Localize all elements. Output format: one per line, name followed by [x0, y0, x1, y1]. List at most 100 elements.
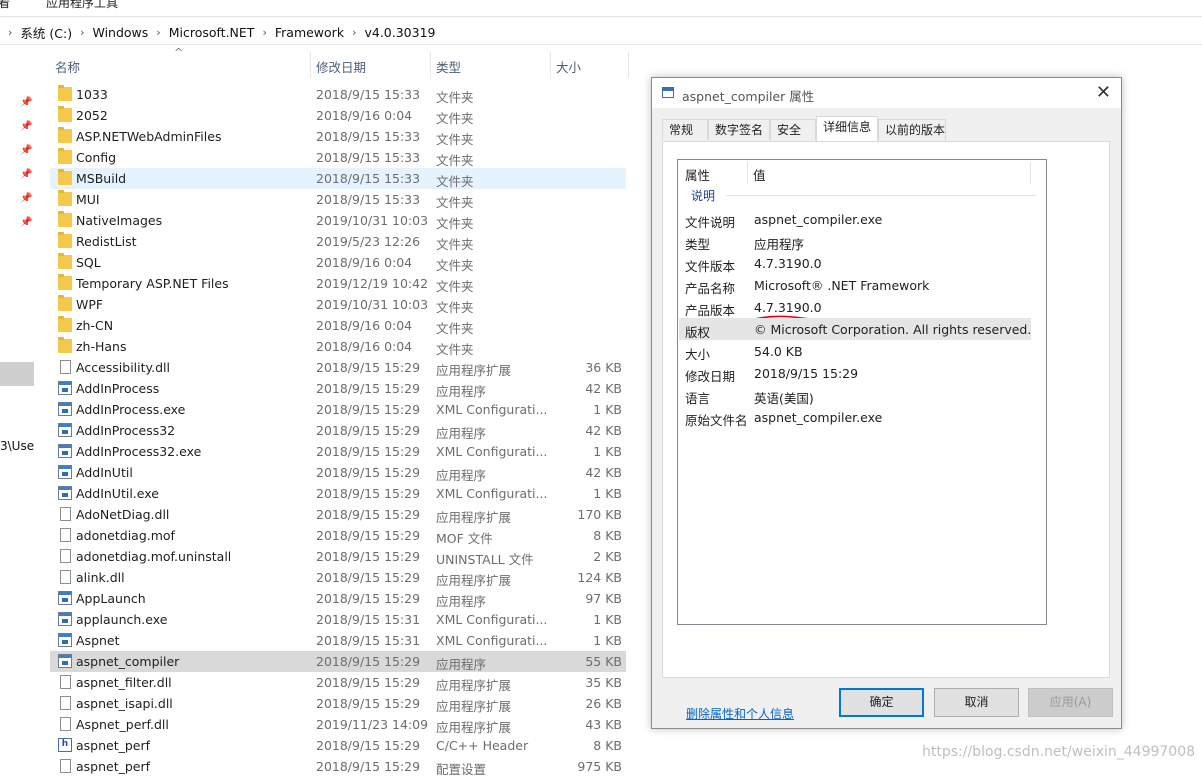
- property-row[interactable]: 产品名称 Microsoft® .NET Framework: [679, 274, 1031, 296]
- file-row[interactable]: zh-Hans 2018/9/16 0:04 文件夹: [50, 336, 626, 357]
- pin-icon[interactable]: 📌: [20, 98, 32, 108]
- file-size: 42 KB: [585, 423, 622, 438]
- file-row[interactable]: AdoNetDiag.dll 2018/9/15 15:29 应用程序扩展 170 K…: [50, 504, 626, 525]
- file-row[interactable]: adonetdiag.mof 2018/9/15 15:29 MOF 文件 8 KB: [50, 525, 626, 546]
- file-row[interactable]: AddInProcess.exe 2018/9/15 15:29 XML Confi…: [50, 399, 626, 420]
- file-row[interactable]: MSBuild 2018/9/15 15:33 文件夹: [50, 168, 626, 189]
- folder-icon: [58, 232, 72, 248]
- file-date: 2018/9/15 15:33: [316, 129, 421, 144]
- column-type[interactable]: 类型: [436, 57, 461, 76]
- property-row[interactable]: 版权 © Microsoft Corporation. All rights re…: [679, 318, 1031, 340]
- cancel-button[interactable]: 取消: [934, 688, 1019, 717]
- exe-icon: [58, 486, 72, 500]
- file-row[interactable]: ASP.NETWebAdminFiles 2018/9/15 15:33 文件夹: [50, 126, 626, 147]
- file-row[interactable]: AddInUtil.exe 2018/9/15 15:29 XML Configur…: [50, 483, 626, 504]
- file-row[interactable]: SQL 2018/9/16 0:04 文件夹: [50, 252, 626, 273]
- file-row[interactable]: aspnet_isapi.dll 2018/9/15 15:29 应用程序扩展 26 …: [50, 693, 626, 714]
- file-size: 8 KB: [593, 528, 622, 543]
- apply-button[interactable]: 应用(A): [1028, 688, 1113, 717]
- tab-security[interactable]: 安全: [770, 119, 816, 140]
- close-icon[interactable]: ✕: [1096, 82, 1111, 103]
- file-row[interactable]: Aspnet_perf.dll 2019/11/23 14:09 应用程序扩展 43 …: [50, 714, 626, 735]
- file-name: zh-Hans: [76, 339, 127, 354]
- breadcrumb-version[interactable]: v4.0.30319: [364, 25, 435, 40]
- ribbon-tab-view[interactable]: 查看: [0, 0, 10, 11]
- file-row[interactable]: 1033 2018/9/15 15:33 文件夹: [50, 84, 626, 105]
- file-row[interactable]: AddInProcess32.exe 2018/9/15 15:29 XML Con…: [50, 441, 626, 462]
- property-row[interactable]: 原始文件名 aspnet_compiler.exe: [679, 406, 1031, 428]
- tab-digital-signature[interactable]: 数字签名: [708, 119, 770, 140]
- file-row[interactable]: AddInProcess 2018/9/15 15:29 应用程序 42 KB: [50, 378, 626, 399]
- breadcrumb-microsoft-net[interactable]: Microsoft.NET: [169, 25, 255, 40]
- file-name: aspnet_perf: [76, 738, 151, 753]
- breadcrumb-drive[interactable]: 系统 (C:): [20, 23, 72, 42]
- column-name[interactable]: 名称: [55, 57, 80, 76]
- file-row[interactable]: Config 2018/9/15 15:33 文件夹: [50, 147, 626, 168]
- file-row[interactable]: AddInUtil 2018/9/15 15:29 应用程序 42 KB: [50, 462, 626, 483]
- tab-general[interactable]: 常规: [662, 119, 708, 140]
- file-date: 2019/10/31 10:03: [316, 297, 429, 312]
- file-type: 文件夹: [436, 300, 474, 315]
- property-key: 产品版本: [685, 303, 736, 318]
- pin-icon[interactable]: 📌: [20, 146, 32, 156]
- file-row[interactable]: zh-CN 2018/9/16 0:04 文件夹: [50, 315, 626, 336]
- file-size: 55 KB: [585, 654, 622, 669]
- file-row[interactable]: aspnet_perf 2018/9/15 15:29 配置设置 975 KB: [50, 756, 626, 777]
- file-row[interactable]: WPF 2019/10/31 10:03 文件夹: [50, 294, 626, 315]
- pin-icon[interactable]: 📌: [20, 122, 32, 132]
- column-date[interactable]: 修改日期: [316, 57, 366, 76]
- header-property[interactable]: 属性: [685, 165, 710, 184]
- column-divider[interactable]: [747, 162, 748, 184]
- file-row[interactable]: AddInProcess32 2018/9/15 15:29 应用程序 42 KB: [50, 420, 626, 441]
- property-row[interactable]: 文件版本 4.7.3190.0: [679, 252, 1031, 274]
- file-row[interactable]: applaunch.exe 2018/9/15 15:31 XML Configur…: [50, 609, 626, 630]
- file-row[interactable]: aspnet_filter.dll 2018/9/15 15:29 应用程序扩展 35…: [50, 672, 626, 693]
- property-row[interactable]: 类型 应用程序: [679, 230, 1031, 252]
- file-row[interactable]: 2052 2018/9/16 0:04 文件夹: [50, 105, 626, 126]
- address-bar[interactable]: › 系统 (C:) › Windows › Microsoft.NET › Fr…: [0, 20, 1202, 45]
- file-row[interactable]: NativeImages 2019/10/31 10:03 文件夹: [50, 210, 626, 231]
- property-row[interactable]: 大小 54.0 KB: [679, 340, 1031, 362]
- remove-properties-link[interactable]: 删除属性和个人信息: [686, 705, 794, 722]
- exe-icon: [58, 591, 72, 605]
- column-divider[interactable]: [430, 52, 431, 78]
- file-row[interactable]: MUI 2018/9/15 15:33 文件夹: [50, 189, 626, 210]
- tab-details[interactable]: 详细信息: [816, 116, 878, 141]
- file-row[interactable]: adonetdiag.mof.uninstall 2018/9/15 15:29 U…: [50, 546, 626, 567]
- file-icon: [60, 696, 71, 710]
- pin-icon[interactable]: 📌: [20, 194, 32, 204]
- property-row[interactable]: 修改日期 2018/9/15 15:29: [679, 362, 1031, 384]
- file-row[interactable]: h aspnet_perf 2018/9/15 15:29 C/C++ Header 8…: [50, 735, 626, 756]
- property-row[interactable]: 产品版本 4.7.3190.0: [679, 296, 1031, 321]
- file-row[interactable]: Temporary ASP.NET Files 2019/12/19 10:42 文…: [50, 273, 626, 294]
- dialog-titlebar[interactable]: aspnet_compiler 属性 ✕: [652, 78, 1121, 108]
- breadcrumb-framework[interactable]: Framework: [275, 25, 344, 40]
- pin-icon[interactable]: 📌: [20, 218, 32, 228]
- column-divider[interactable]: [1030, 162, 1031, 184]
- column-divider[interactable]: [628, 52, 629, 78]
- file-row[interactable]: Accessibility.dll 2018/9/15 15:29 应用程序扩展 36…: [50, 357, 626, 378]
- property-row[interactable]: 语言 英语(美国): [679, 384, 1031, 406]
- file-row[interactable]: AppLaunch 2018/9/15 15:29 应用程序 97 KB: [50, 588, 626, 609]
- header-value[interactable]: 值: [753, 165, 766, 184]
- file-type: 应用程序扩展: [436, 720, 512, 735]
- pin-icon[interactable]: 📌: [20, 170, 32, 180]
- property-row[interactable]: 文件说明 aspnet_compiler.exe: [679, 208, 1031, 230]
- column-size[interactable]: 大小: [556, 57, 581, 76]
- file-row[interactable]: alink.dll 2018/9/15 15:29 应用程序扩展 124 KB: [50, 567, 626, 588]
- column-divider[interactable]: [550, 52, 551, 78]
- tab-previous-versions[interactable]: 以前的版本: [878, 119, 946, 140]
- file-row[interactable]: aspnet_compiler 2018/9/15 15:29 应用程序 55 KB: [50, 651, 626, 672]
- ok-button[interactable]: 确定: [839, 688, 924, 717]
- ribbon-tab-app-tools[interactable]: 应用程序工具: [46, 0, 118, 11]
- file-date: 2018/9/15 15:29: [316, 444, 421, 459]
- file-type: 应用程序扩展: [436, 699, 512, 714]
- file-row[interactable]: Aspnet 2018/9/15 15:31 XML Configurati... 1…: [50, 630, 626, 651]
- nav-item-selected[interactable]: [0, 362, 34, 386]
- nav-path-fragment: 3\Use: [0, 439, 35, 453]
- column-divider[interactable]: [310, 52, 311, 78]
- breadcrumb-windows[interactable]: Windows: [92, 25, 148, 40]
- file-row[interactable]: RedistList 2019/5/23 12:26 文件夹: [50, 231, 626, 252]
- property-list[interactable]: 属性 值 说明 文件说明 aspnet_compiler.exe 类型 应用程序 文件版…: [677, 159, 1047, 625]
- file-type: 文件夹: [436, 342, 474, 357]
